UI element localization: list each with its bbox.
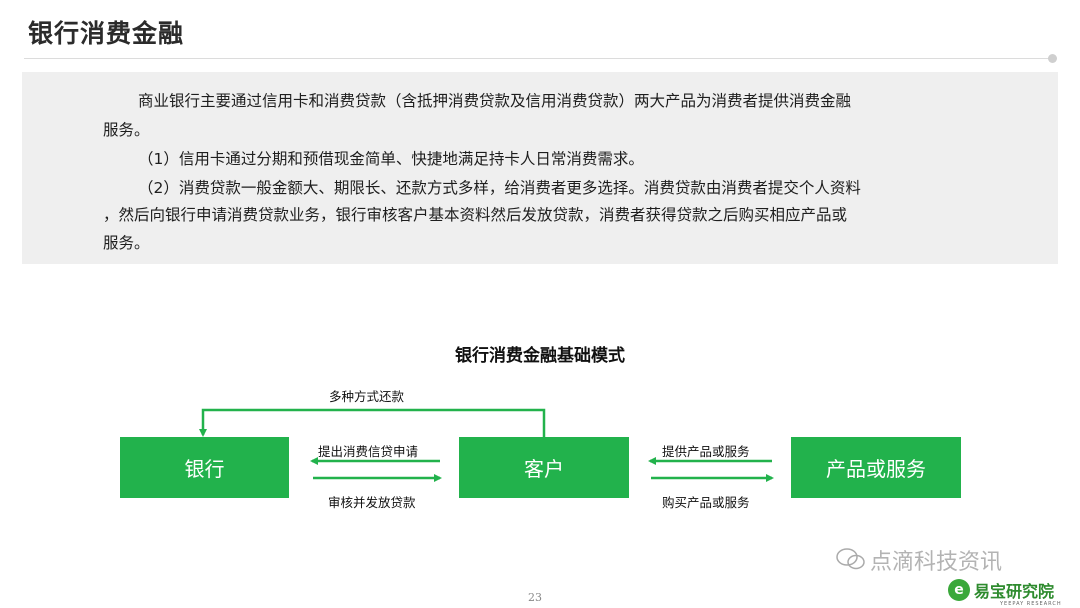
repay-arrow <box>199 408 546 437</box>
yeepay-logo-mark: e <box>948 579 970 601</box>
approve-label: 审核并发放贷款 <box>328 495 416 510</box>
repay-label: 多种方式还款 <box>329 389 405 404</box>
yeepay-logo-text: 易宝研究院 <box>974 582 1055 601</box>
yeepay-logo-subtitle: YEEPAY RESEARCH <box>1000 601 1062 607</box>
bank-node: 银行 <box>120 437 289 498</box>
customer-node: 客户 <box>459 437 629 498</box>
wechat-icon <box>836 548 865 570</box>
purchase-label: 购买产品或服务 <box>662 495 750 510</box>
provide-label: 提供产品或服务 <box>662 444 750 459</box>
product-node: 产品或服务 <box>791 437 961 498</box>
watermark-text: 点滴科技资讯 <box>870 550 1003 575</box>
diagram-arrows <box>199 408 774 482</box>
yeepay-logo: e 易宝研究院 <box>948 578 1054 602</box>
page-number: 23 <box>528 591 542 604</box>
apply-label: 提出消费信贷申请 <box>318 444 419 459</box>
